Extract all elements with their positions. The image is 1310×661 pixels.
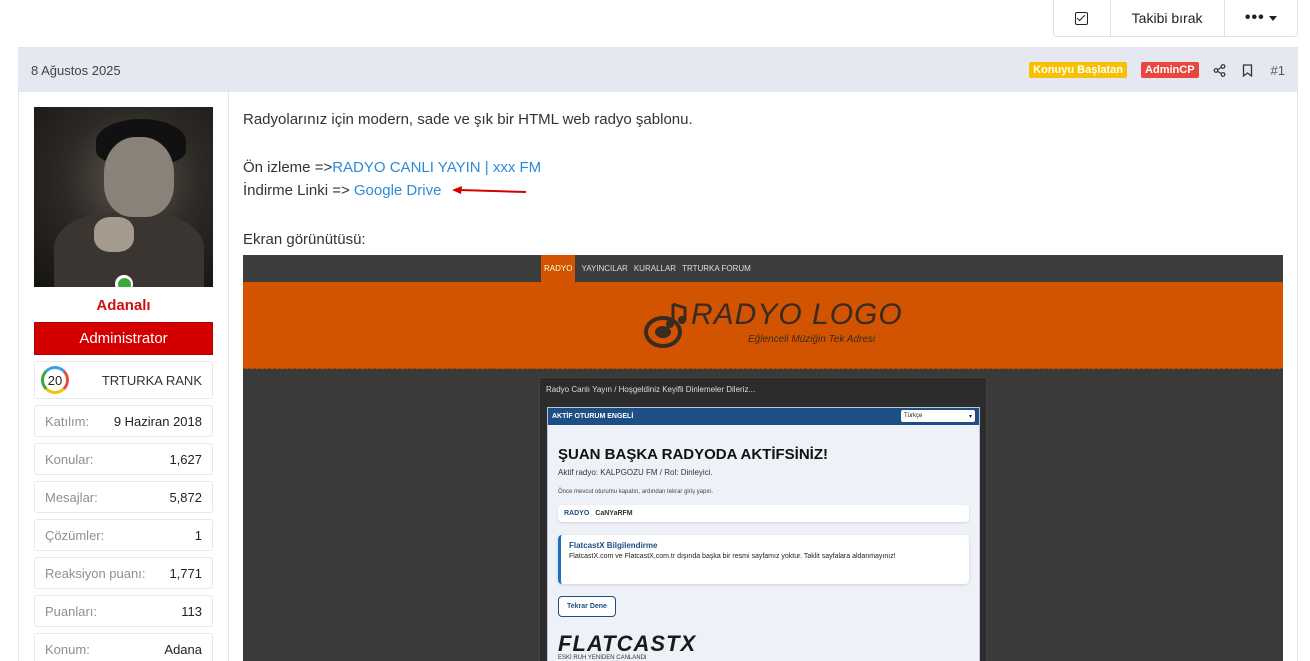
shot-brand-sub: ESKİ RUH YENİDEN CANLANDI [558, 654, 647, 661]
preview-link[interactable]: RADYO CANLI YAYIN | xxx FM [332, 159, 541, 176]
post-permalink[interactable]: #1 [1271, 63, 1285, 78]
preview-line: Ön izleme =>RADYO CANLI YAYIN | xxx FM [243, 156, 1283, 179]
unfollow-button[interactable]: Takibi bırak [1111, 0, 1225, 36]
preview-prefix: Ön izleme => [243, 159, 333, 176]
shot-retry-button: Tekrar Dene [558, 595, 616, 617]
avatar[interactable] [34, 107, 213, 287]
shot-radio-box: RADYO CaNYaRFM [558, 504, 969, 522]
stat-threads: Konular: 1,627 [34, 443, 213, 475]
stat-location: Konum: Adana [34, 633, 213, 661]
shot-main-panel: Radyo Canlı Yayın / Hoşgeldiniz Keyifli … [539, 376, 987, 661]
radio-logo-icon [644, 302, 687, 348]
shot-nav-item: TRTURKA FORUM [682, 263, 751, 273]
post: 8 Ağustos 2025 Konuyu Başlatan AdminCP #… [18, 47, 1298, 661]
shot-heading: ŞUAN BAŞKA RADYODA AKTİFSİNİZ! [558, 445, 828, 463]
unfollow-label: Takibi bırak [1131, 10, 1203, 26]
stat-messages: Mesajlar: 5,872 [34, 481, 213, 513]
user-info-column: Adanalı Administrator 20 TRTURKA RANK Ka… [19, 92, 229, 661]
username[interactable]: Adanalı [34, 297, 213, 314]
chevron-down-icon: ▾ [968, 413, 972, 420]
download-line: İndirme Linki => Google Drive [243, 179, 1283, 203]
more-dots-icon: ••• [1244, 9, 1265, 26]
screenshot-label: Ekran görünütüsü: [243, 230, 366, 248]
stat-reaction-score: Reaksiyon puanı: 1,771 [34, 557, 213, 589]
shot-banner: RADYO LOGO Eğlenceli Müziğin Tek Adresi [243, 281, 1283, 369]
google-drive-link[interactable]: Google Drive [354, 182, 442, 199]
shot-modal-title: AKTİF OTURUM ENGELİ [552, 412, 634, 420]
watch-thread-button[interactable] [1054, 0, 1111, 36]
online-status-icon [115, 275, 133, 287]
stat-solutions: Çözümler: 1 [34, 519, 213, 551]
shot-modal: AKTİF OTURUM ENGELİ Türkçe ▾ ŞUAN BAŞKA R… [547, 406, 980, 661]
rank-name: TRTURKA RANK [101, 372, 202, 388]
post-content: Radyolarınız için modern, sade ve şık bi… [229, 92, 1297, 661]
user-role-banner: Administrator [34, 322, 213, 355]
post-date[interactable]: 8 Ağustos 2025 [31, 63, 1015, 78]
checkbox-icon [1075, 11, 1089, 25]
post-header: 8 Ağustos 2025 Konuyu Başlatan AdminCP #… [19, 48, 1297, 92]
admincp-badge: AdminCP [1141, 62, 1199, 78]
shot-modal-header: AKTİF OTURUM ENGELİ Türkçe ▾ [548, 407, 979, 425]
intro-text: Radyolarınız için modern, sade ve şık bi… [243, 111, 693, 128]
shot-active-line: Aktif radyo: KALPGOZU FM / Rol: Dinleyic… [558, 467, 713, 477]
shot-nav-item: KURALLAR [633, 263, 677, 273]
shot-language-select: Türkçe ▾ [901, 410, 975, 423]
radio-logo-sub: Eğlenceli Müziğin Tek Adresi [748, 333, 876, 345]
shot-nav-item: RADYO [541, 254, 576, 282]
shot-info-box: FlatcastX Bilgilendirme FlatcastX.com ve… [558, 534, 969, 584]
radio-logo-text: RADYO LOGO [691, 297, 903, 331]
shot-nav: RADYO YAYINCILAR KURALLAR TRTURKA FORUM [243, 254, 1283, 282]
stat-points: Puanları: 113 [34, 595, 213, 627]
post-body: Adanalı Administrator 20 TRTURKA RANK Ka… [19, 92, 1297, 661]
share-icon[interactable] [1213, 63, 1227, 77]
shot-small-line: Önce mevcut oturumu kapatın, ardından te… [558, 488, 714, 495]
download-prefix: İndirme Linki => [243, 182, 354, 199]
shot-main-title: Radyo Canlı Yayın / Hoşgeldiniz Keyifli … [546, 384, 756, 394]
user-rank[interactable]: 20 TRTURKA RANK [34, 361, 213, 399]
chevron-down-icon [1268, 15, 1277, 21]
bookmark-icon[interactable] [1241, 63, 1255, 77]
more-options-button[interactable]: ••• [1225, 0, 1297, 36]
rank-level-icon: 20 [41, 366, 69, 394]
thread-action-bar: Takibi bırak ••• [1053, 0, 1298, 37]
shot-brand: FLATCASTX [558, 630, 697, 656]
shot-nav-item: YAYINCILAR [581, 263, 628, 273]
attached-screenshot[interactable]: RADYO YAYINCILAR KURALLAR TRTURKA FORUM [243, 254, 1283, 661]
thread-starter-badge: Konuyu Başlatan [1029, 62, 1128, 78]
red-arrow-icon [451, 180, 528, 203]
stat-joined: Katılım: 9 Haziran 2018 [34, 405, 213, 437]
